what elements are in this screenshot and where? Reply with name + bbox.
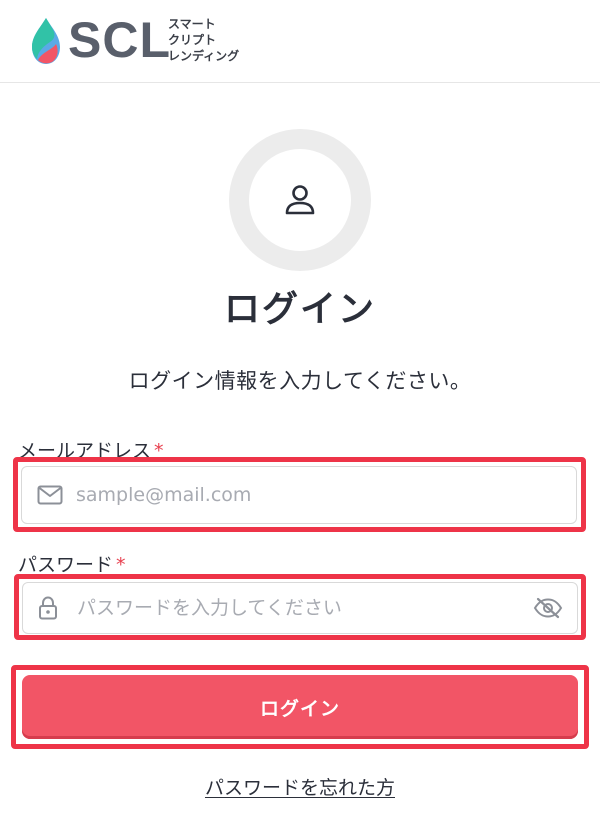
app-header: SCL スマート クリプト レンディング [0, 0, 600, 83]
user-icon [285, 185, 315, 215]
mail-icon [36, 485, 64, 505]
email-input[interactable] [76, 484, 576, 506]
email-field[interactable] [21, 466, 577, 524]
required-mark: * [116, 554, 126, 576]
login-description: ログイン情報を入力してください。 [128, 369, 472, 393]
eye-off-icon[interactable] [533, 597, 563, 619]
lock-icon [37, 596, 59, 620]
logo-drop-icon [32, 18, 60, 64]
tagline-line-2: クリプト [168, 33, 217, 47]
page-title: ログイン [223, 289, 376, 330]
avatar [229, 129, 371, 271]
logo-tagline: スマート クリプト レンディング [168, 16, 239, 64]
password-label: パスワード * [18, 554, 126, 576]
tagline-line-3: レンディング [168, 49, 240, 63]
password-field[interactable] [22, 582, 578, 634]
scl-logo[interactable]: SCL スマート クリプト レンディング [28, 12, 268, 68]
password-input[interactable] [77, 597, 525, 619]
logo-wordmark: SCL [68, 12, 171, 68]
tagline-line-1: スマート [168, 17, 216, 31]
login-button[interactable]: ログイン [22, 675, 578, 739]
forgot-password-link[interactable]: パスワードを忘れた方 [0, 773, 600, 800]
